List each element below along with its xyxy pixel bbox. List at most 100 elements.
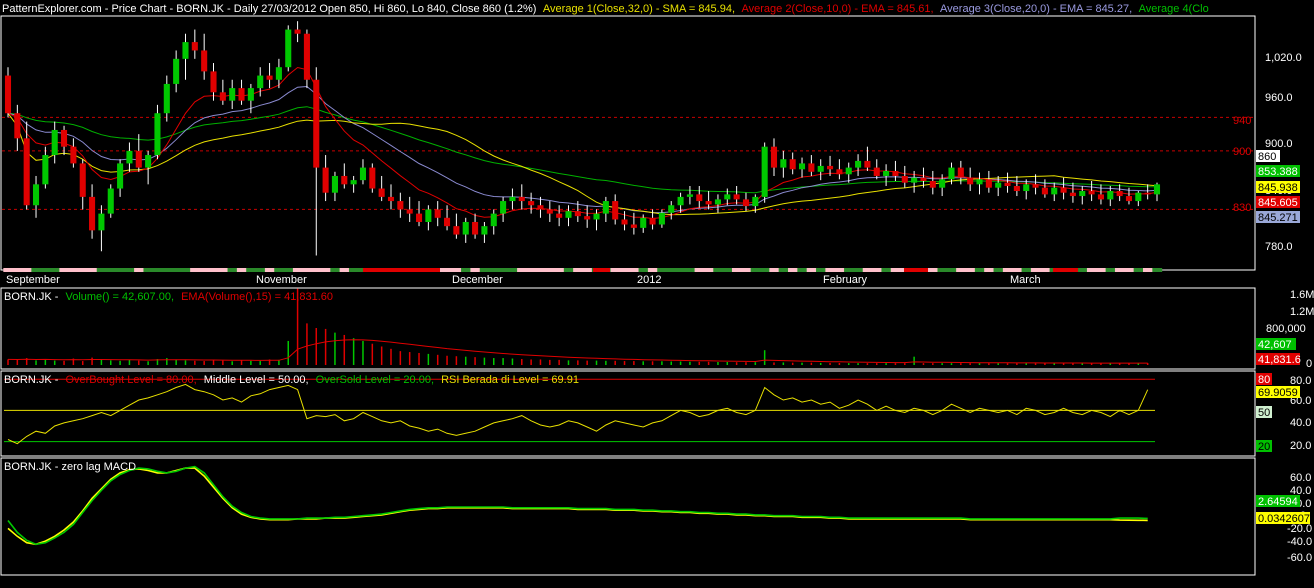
badge-green: 853.388 xyxy=(1258,166,1298,178)
candle-body xyxy=(1116,191,1123,197)
candle-body xyxy=(472,221,479,235)
candle-body xyxy=(397,201,404,210)
month-label-2012: 2012 xyxy=(637,274,661,286)
candle-body xyxy=(1041,187,1048,195)
month-strip-cell xyxy=(853,268,864,272)
candle-body xyxy=(1153,184,1161,195)
candle-body xyxy=(1013,186,1020,192)
volume-tick-1.6m: 1.6M xyxy=(1290,289,1314,301)
month-strip-cell xyxy=(816,268,826,272)
month-strip-cell xyxy=(320,268,331,272)
month-strip-cell xyxy=(1105,268,1116,272)
candle-body xyxy=(836,169,843,175)
candle-body xyxy=(817,165,824,172)
month-strip-cell xyxy=(956,268,966,272)
month-strip-cell xyxy=(489,268,499,272)
month-strip-cell xyxy=(227,268,238,272)
month-strip-cell xyxy=(78,268,88,272)
candle-body xyxy=(1088,191,1095,195)
month-strip-cell xyxy=(517,268,527,272)
candle-body xyxy=(89,196,96,231)
month-strip-cell xyxy=(974,268,985,272)
candle-body xyxy=(32,184,40,206)
rsi-legend-os: OverSold Level = 20.00, xyxy=(316,374,434,386)
header-source: PatternExplorer.com xyxy=(2,3,102,15)
macd-tick-neg40: -40.0 xyxy=(1287,536,1312,548)
month-strip-cell xyxy=(657,268,668,272)
rsi-tick-80: 80.0 xyxy=(1290,375,1311,387)
candle-body xyxy=(257,75,264,89)
candle-body xyxy=(985,179,992,188)
month-strip-cell xyxy=(1002,268,1013,272)
candle-body xyxy=(761,146,768,197)
month-strip-cell xyxy=(526,268,537,272)
month-strip-cell xyxy=(451,268,462,272)
macd-tick-60: 60.0 xyxy=(1290,472,1311,484)
badge-macd-signal: 0.0342607 xyxy=(1258,513,1310,525)
macd-panel xyxy=(0,457,1256,576)
month-strip-cell xyxy=(685,268,696,272)
candle-body xyxy=(584,216,591,220)
month-strip-cell xyxy=(87,268,98,272)
candle-body xyxy=(528,201,535,206)
header-sep3: - xyxy=(227,3,234,15)
month-strip-cell xyxy=(890,268,901,272)
candle-body xyxy=(135,150,142,168)
month-strip-cell xyxy=(199,268,210,272)
month-strip-cell xyxy=(236,268,247,272)
rsi-legend-symbol: BORN.JK - xyxy=(4,374,59,386)
month-strip-cell xyxy=(806,268,817,272)
month-strip-cell xyxy=(825,268,836,272)
month-strip-cell xyxy=(703,268,714,272)
rsi-legend-mid: Middle Level = 50.00, xyxy=(204,374,309,386)
candle-body xyxy=(173,58,180,84)
month-strip-cell xyxy=(302,268,313,272)
badge-ema10: 845.605 xyxy=(1258,197,1298,209)
candle-body xyxy=(247,88,254,101)
candle-body xyxy=(873,167,880,176)
month-strip-cell xyxy=(498,268,509,272)
candle-body xyxy=(415,213,423,222)
month-strip-cell xyxy=(928,268,938,272)
month-strip-cell xyxy=(862,268,873,272)
price-tick-900: 900.0 xyxy=(1265,138,1293,150)
header-symbol: BORN.JK xyxy=(176,3,224,15)
badge-close: 860 xyxy=(1258,151,1276,163)
month-strip-cell xyxy=(292,268,303,272)
level-label-900: 900 xyxy=(1233,146,1251,158)
volume-legend-symbol: BORN.JK - xyxy=(4,291,59,303)
month-strip-cell xyxy=(442,268,453,272)
month-strip-cell xyxy=(545,268,555,272)
candle-body xyxy=(1125,196,1133,202)
candle-body xyxy=(98,213,105,231)
candle-body xyxy=(808,163,815,172)
month-strip-cell xyxy=(274,268,285,272)
candle-body xyxy=(621,219,628,225)
month-strip-cell xyxy=(507,268,518,272)
volume-legend-ema: EMA(Volume(),15) = 41,831.60 xyxy=(181,291,333,303)
month-strip-cell xyxy=(638,268,649,272)
candle-body xyxy=(733,194,740,200)
candle-body xyxy=(219,92,226,101)
price-last-badges: 860 853.388 845.938 845.605 845.271 xyxy=(1256,150,1300,224)
candle-body xyxy=(724,194,731,200)
candle-body xyxy=(61,129,68,147)
month-strip-cell xyxy=(629,268,640,272)
candle-body xyxy=(668,205,675,213)
price-tick-960: 960.0 xyxy=(1265,92,1293,104)
month-strip-cell xyxy=(59,268,70,272)
month-label-february: February xyxy=(823,274,868,286)
month-strip-cell xyxy=(844,268,854,272)
month-strip-cell xyxy=(50,268,60,272)
candle-body xyxy=(490,213,497,227)
month-strip-cell xyxy=(31,268,42,272)
badge-volume-ema: 41,831.6 xyxy=(1258,354,1301,366)
month-strip-cell xyxy=(619,268,630,272)
candle-body xyxy=(780,159,787,168)
month-strip-cell xyxy=(1077,268,1088,272)
candle-body xyxy=(182,42,189,59)
macd-legend: BORN.JK - zero lag MACD xyxy=(4,461,136,473)
month-strip-cell xyxy=(255,268,266,272)
volume-tick-0: 0 xyxy=(1306,358,1312,370)
candle-body xyxy=(649,217,656,225)
